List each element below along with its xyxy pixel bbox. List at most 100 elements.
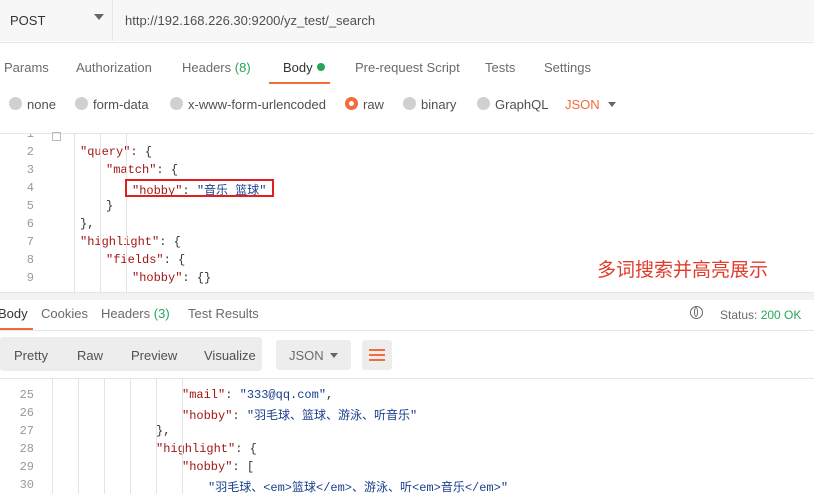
json-punct: , [326,388,334,402]
active-tab-indicator [269,82,330,84]
line-number: 1 [26,133,34,141]
line-number: 7 [26,235,34,249]
view-raw-button[interactable]: Raw [77,348,103,363]
code-line: }, [156,424,170,438]
tab-cookies[interactable]: Cookies [41,306,88,321]
line-number: 4 [26,181,34,195]
fold-toggle-icon[interactable] [52,132,61,141]
json-punct: : { [130,145,153,159]
tab-body[interactable]: Body [283,60,325,75]
json-punct: }, [156,424,171,438]
json-punct: : { [235,442,257,456]
radio-binary[interactable] [403,97,416,110]
code-line: "match": { [106,163,178,177]
code-line: "mail": "333@qq.com", [182,388,333,402]
tab-body-label: Body [283,60,313,75]
radio-urlencoded-label[interactable]: x-www-form-urlencoded [188,97,326,112]
line-number: 29 [19,460,34,474]
json-punct: : [232,409,247,423]
tab-settings[interactable]: Settings [544,60,591,75]
tab-authorization[interactable]: Authorization [76,60,152,75]
json-value: "333@qq.com" [239,388,327,402]
line-number: 5 [26,199,34,213]
radio-binary-label[interactable]: binary [421,97,456,112]
json-punct: : { [163,253,186,267]
line-number: 30 [19,478,34,492]
tab-response-headers-label: Headers [101,306,151,321]
status-value: 200 OK [760,308,802,322]
response-body-viewer[interactable]: 25 "mail": "333@qq.com", 26 "hobby": "羽毛球、篮… [0,378,814,494]
tab-params[interactable]: Params [4,60,49,75]
tab-tests[interactable]: Tests [485,60,515,75]
method-label: POST [10,13,46,28]
line-number: 9 [26,271,34,285]
line-number: 8 [26,253,34,267]
line-number: 2 [26,145,34,159]
globe-icon[interactable] [690,306,703,319]
indent-guide [74,134,75,292]
json-key: "query" [80,145,131,159]
line-number: 27 [19,424,34,438]
tab-response-body[interactable]: Body [0,306,28,321]
indent-guide [78,379,79,494]
response-format-label: JSON [289,348,324,363]
view-visualize-button[interactable]: Visualize [204,348,256,363]
status-label: Status: [720,308,758,322]
json-punct: : [ [232,460,255,474]
tab-headers[interactable]: Headers (8) [182,60,251,75]
indent-guide [52,379,53,494]
json-value: "羽毛球、<em>篮球</em>、游泳、听<em>音乐</em>" [208,481,509,494]
url-input[interactable]: http://192.168.226.30:9200/yz_test/_sear… [113,0,814,41]
json-key: "hobby" [132,271,183,285]
code-line: "highlight": { [80,235,181,249]
radio-none-label[interactable]: none [27,97,56,112]
radio-form-data-label[interactable]: form-data [93,97,149,112]
status-readout: Status: 200 OK [720,308,801,322]
tab-test-results[interactable]: Test Results [188,306,259,321]
indent-guide [100,134,101,292]
line-number: 28 [19,442,34,456]
annotation-text: 多词搜索并高亮展示 [597,260,769,281]
code-line: "hobby": "羽毛球、篮球、游泳、听音乐" [182,406,417,423]
chevron-down-icon [94,14,104,20]
json-key: "fields" [106,253,164,267]
highlight-box [125,179,274,197]
request-bar: POST http://192.168.226.30:9200/yz_test/… [0,0,814,43]
json-key: "match" [106,163,157,177]
wrap-lines-icon[interactable] [362,340,392,370]
json-key: "hobby" [182,460,233,474]
tab-pre-request-script[interactable]: Pre-request Script [355,60,460,75]
method-select[interactable]: POST [0,0,113,41]
line-number: 26 [19,406,34,420]
tab-response-headers[interactable]: Headers (3) [101,306,170,321]
code-line: "hobby": {} [132,271,211,285]
radio-graphql-label[interactable]: GraphQL [495,97,548,112]
radio-urlencoded[interactable] [170,97,183,110]
code-line: "query": { [80,145,152,159]
indent-guide [130,379,131,494]
view-preview-button[interactable]: Preview [131,348,177,363]
json-key: "mail" [182,388,226,402]
json-punct: : { [156,163,179,177]
code-line: "hobby": [ [182,460,254,474]
json-punct: : [225,388,240,402]
indent-guide [126,134,127,292]
indent-guide [156,379,157,494]
chevron-down-icon[interactable] [608,102,616,107]
radio-raw[interactable] [345,97,358,110]
json-punct: : { [159,235,181,249]
code-line: "highlight": { [156,442,257,456]
json-key: "hobby" [182,409,233,423]
radio-form-data[interactable] [75,97,88,110]
radio-graphql[interactable] [477,97,490,110]
divider [0,330,814,331]
view-pretty-button[interactable]: Pretty [14,348,48,363]
chevron-down-icon [330,353,338,358]
indent-guide [104,379,105,494]
body-format-select[interactable]: JSON [565,97,600,112]
json-key: "highlight" [156,442,236,456]
radio-raw-label[interactable]: raw [363,97,384,112]
radio-none[interactable] [9,97,22,110]
url-text: http://192.168.226.30:9200/yz_test/_sear… [125,13,376,28]
pane-divider[interactable] [0,292,814,300]
